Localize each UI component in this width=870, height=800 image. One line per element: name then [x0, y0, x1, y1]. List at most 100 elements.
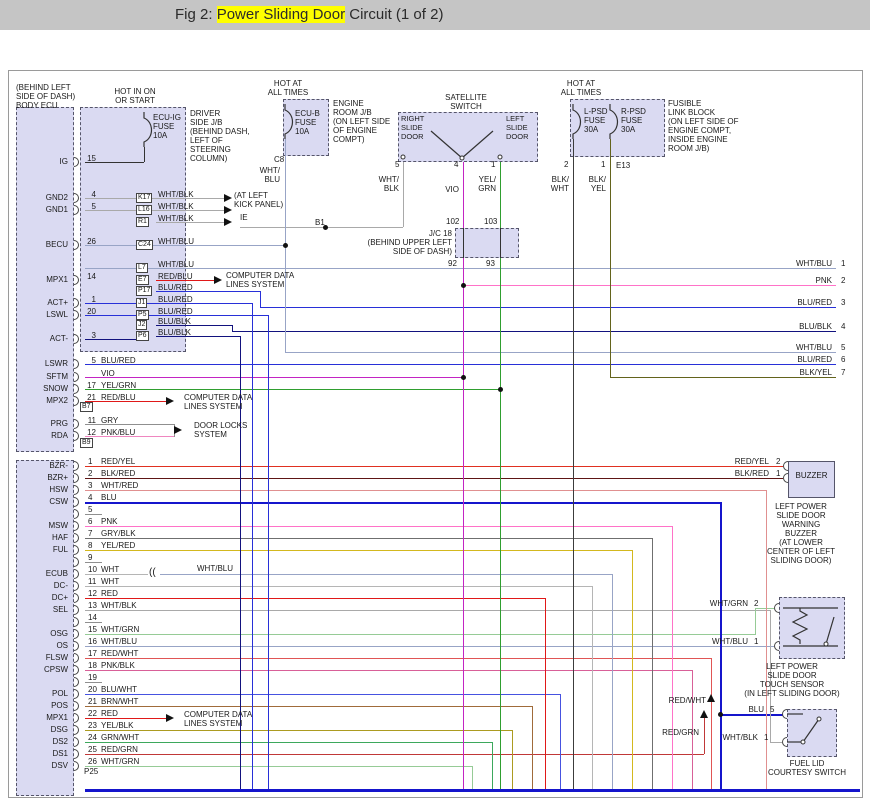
pin-label: POS	[51, 701, 68, 710]
pin-label: FUL	[53, 545, 68, 554]
pin-number: 1	[601, 160, 605, 169]
pin-label: BZR+	[47, 473, 68, 482]
pin-number: 92	[448, 259, 457, 268]
wire-red-yel	[85, 466, 783, 467]
jc18-caption: J/C 18 (BEHIND UPPER LEFT SIDE OF DASH)	[368, 229, 452, 256]
wire-label: BLU/BLK	[799, 322, 832, 331]
wire-gry	[85, 514, 102, 515]
wire-label: WHT/ BLU	[260, 166, 280, 184]
pin-number: 22	[88, 709, 97, 718]
pin-label: HAF	[52, 533, 68, 542]
wire-gry	[85, 562, 102, 563]
wire-label: BLK/RED	[101, 469, 135, 478]
wire-vio	[85, 377, 463, 378]
pin-number: 15	[87, 154, 96, 163]
wire-red	[85, 598, 545, 599]
pin-number: 9	[88, 553, 92, 562]
pin-label: MPX1	[46, 713, 68, 722]
arrow-right-icon	[224, 194, 232, 202]
wire-label: RED/BLU	[101, 393, 136, 402]
pin-bump	[783, 461, 788, 471]
pin-bump	[782, 709, 787, 719]
pin-label: DC+	[52, 593, 68, 602]
wire-wht-blu	[612, 574, 613, 789]
wire-gry	[85, 682, 102, 683]
kick-panel-label: (AT LEFT KICK PANEL)	[234, 191, 283, 209]
pin-number: 11	[88, 577, 96, 586]
wire-pnk-blk	[85, 670, 692, 671]
pin-number: 1	[776, 469, 780, 478]
wire-label: PNK/BLU	[101, 428, 135, 437]
pin-number: 19	[88, 673, 97, 682]
wire-label: BLK/YEL	[800, 368, 832, 377]
wire-blk	[144, 147, 145, 162]
wire-label: RED/YEL	[735, 457, 769, 466]
wire-wht-blu	[160, 574, 612, 575]
pin-number: 5	[841, 343, 845, 352]
wire-grn-wht	[492, 742, 493, 789]
pin-number: 103	[484, 217, 497, 226]
wire-blu	[720, 714, 783, 716]
pin-label-mpx2: MPX2	[46, 396, 68, 405]
pin-number: 5	[770, 705, 774, 714]
connector-id: E13	[616, 161, 630, 170]
connector-id: B7	[80, 402, 93, 412]
wire-vio	[463, 258, 464, 789]
wire-blu-wht	[560, 694, 561, 789]
wire-label: BLK/RED	[735, 469, 769, 478]
wire-yel-blk	[512, 730, 513, 789]
wire-label: WHT/BLU	[197, 564, 233, 573]
wire-wht-grn	[755, 608, 756, 635]
pin-label-gnd1: GND1	[46, 205, 68, 214]
wire-wht-blk	[403, 162, 404, 227]
pin-label-gnd2: GND2	[46, 193, 68, 202]
wire-label: WHT/BLK	[158, 202, 194, 211]
wire-red-wht	[85, 658, 711, 659]
pin-label-sftm: SFTM	[46, 372, 68, 381]
pin-number: 21	[87, 393, 96, 402]
connector-id: C8	[274, 155, 284, 164]
fuel-lid-caption: FUEL LID COURTESY SWITCH	[747, 759, 867, 777]
wire-label: PNK/BLK	[101, 661, 135, 670]
arrow-up-icon	[707, 694, 715, 702]
wire-label: RED/GRN	[662, 728, 699, 737]
wire-wht-red	[85, 490, 766, 491]
wire-gry-blk	[652, 538, 653, 789]
wire-yel-grn	[500, 258, 501, 789]
fuse-label: ECU-B FUSE 10A	[295, 109, 320, 136]
box-junction-connector-18	[455, 228, 519, 258]
hot-at-all-times-label: HOT AT ALL TIMES	[546, 79, 616, 97]
pin-label: OS	[56, 641, 68, 650]
wire-label: RED	[101, 709, 118, 718]
connector-tag: J2	[136, 320, 147, 330]
wire-label: WHT/BLU	[712, 637, 748, 646]
wire-wht-grn	[85, 766, 472, 767]
pin-number: 14	[88, 613, 97, 622]
fusible-link-caption: FUSIBLE LINK BLOCK (ON LEFT SIDE OF ENGI…	[668, 99, 739, 153]
wire-wht-grn	[85, 634, 755, 635]
wire-label: RED/WHT	[669, 696, 706, 705]
wire-label: BLU/WHT	[101, 685, 137, 694]
wire-red-wht	[711, 658, 712, 789]
pin-number: 17	[88, 649, 97, 658]
arrow-right-icon	[224, 206, 232, 214]
body-ecu-caption: (BEHIND LEFT SIDE OF DASH) BODY ECU	[16, 83, 75, 110]
wire-label: PNK	[101, 517, 117, 526]
wire-label: WHT/BLU	[158, 237, 194, 246]
arrow-right-icon	[224, 218, 232, 226]
pin-number: 3	[88, 481, 92, 490]
connector-tag: C24	[136, 240, 153, 250]
fuse-label: L-PSD FUSE 30A	[584, 107, 608, 134]
junction-dot	[461, 375, 466, 380]
pin-label: HSW	[49, 485, 68, 494]
wire-blu-red	[252, 303, 253, 789]
wire-red	[545, 598, 546, 789]
pin-number: 2	[776, 457, 780, 466]
pin-number: 18	[88, 661, 97, 670]
pin-number: 15	[88, 625, 97, 634]
wire-label: BLU	[748, 705, 764, 714]
wire-wht	[592, 586, 593, 789]
wire-label: RED/WHT	[101, 649, 138, 658]
wire-blk	[463, 228, 464, 258]
wire-label: YEL/RED	[101, 541, 135, 550]
